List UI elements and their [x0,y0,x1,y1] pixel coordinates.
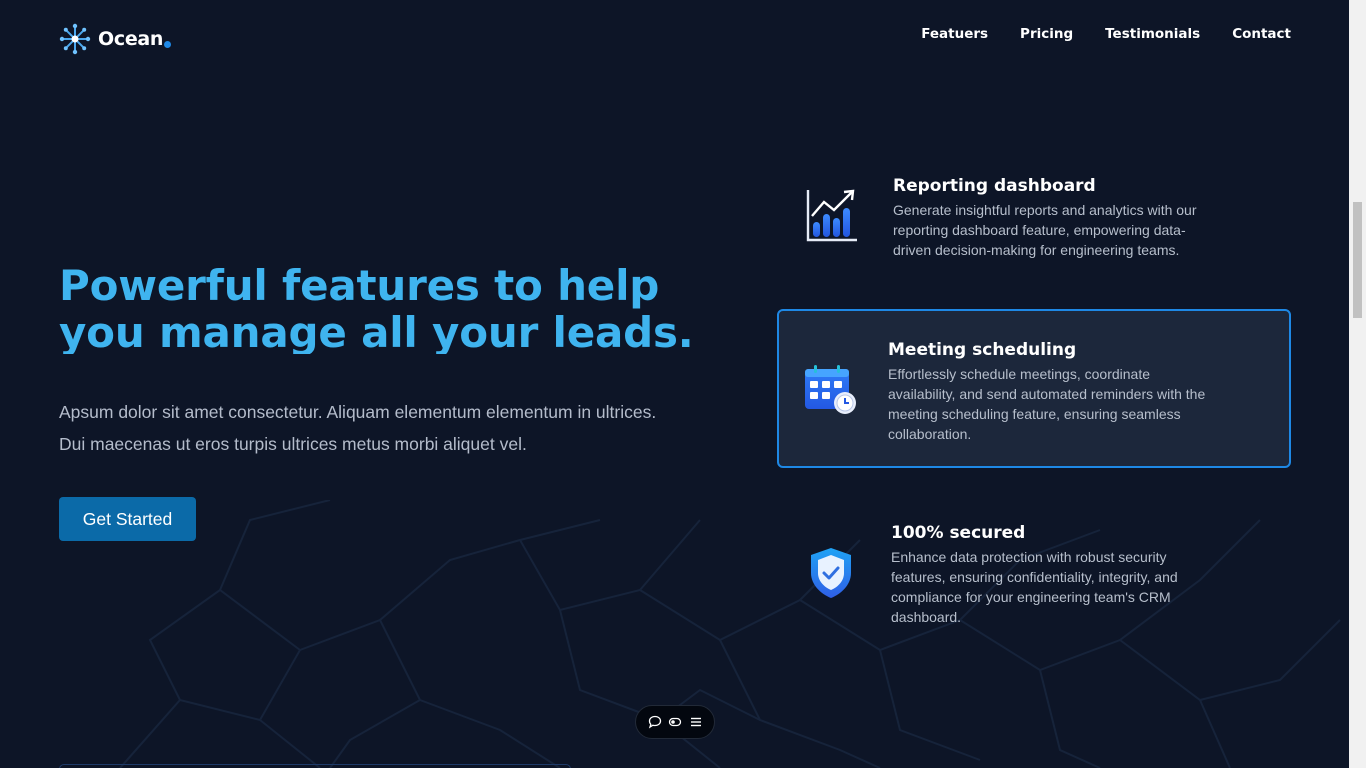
page-scrollbar[interactable] [1349,0,1366,768]
nav-link-features[interactable]: Featuers [921,26,988,42]
logo-dot [164,40,172,48]
logo[interactable]: Ocean [59,23,172,55]
hero-subtitle-line-1: Apsum dolor sit amet consectetur. Aliqua… [59,402,657,422]
get-started-button[interactable]: Get Started [59,497,196,541]
main-nav: Featuers Pricing Testimonials Contact [921,26,1291,42]
chart-icon [806,189,857,242]
feature-description: Generate insightful reports and analytic… [893,202,1197,258]
nav-link-pricing[interactable]: Pricing [1020,26,1073,42]
menu-icon[interactable] [688,714,704,730]
feature-title: 100% secured [891,523,1026,543]
next-section-card [59,764,571,768]
feature-description: Enhance data protection with robust secu… [891,549,1178,625]
page: Ocean Featuers Pricing Testimonials Cont… [0,0,1349,768]
calendar-icon [805,365,856,414]
starburst-logo-icon [59,23,91,55]
logo-text: Ocean [98,28,164,50]
hero-subtitle-line-2: Dui maecenas ut eros turpis ultrices met… [59,434,527,454]
shield-check-icon [811,548,851,598]
nav-link-testimonials[interactable]: Testimonials [1105,26,1200,42]
feature-card-security[interactable]: 100% secured Enhance data protection wit… [777,505,1291,645]
feature-card-meeting[interactable]: Meeting scheduling Effortlessly schedule… [777,309,1291,468]
feature-description: Effortlessly schedule meetings, coordina… [888,366,1206,442]
feature-title: Reporting dashboard [893,176,1096,196]
chat-icon[interactable] [647,714,663,730]
hero-title: Powerful features to help you manage all… [59,262,749,354]
toggle-icon[interactable] [667,714,683,730]
hero-title-line-2: you manage all your leads. [59,308,694,354]
feature-title: Meeting scheduling [888,340,1077,360]
scrollbar-thumb[interactable] [1353,202,1362,318]
hero-subtitle: Apsum dolor sit amet consectetur. Aliqua… [59,396,719,460]
feature-card-reporting[interactable]: Reporting dashboard Generate insightful … [777,160,1291,280]
hero-title-line-1: Powerful features to help [59,262,660,310]
nav-link-contact[interactable]: Contact [1232,26,1291,42]
floating-toolbar [635,705,715,739]
